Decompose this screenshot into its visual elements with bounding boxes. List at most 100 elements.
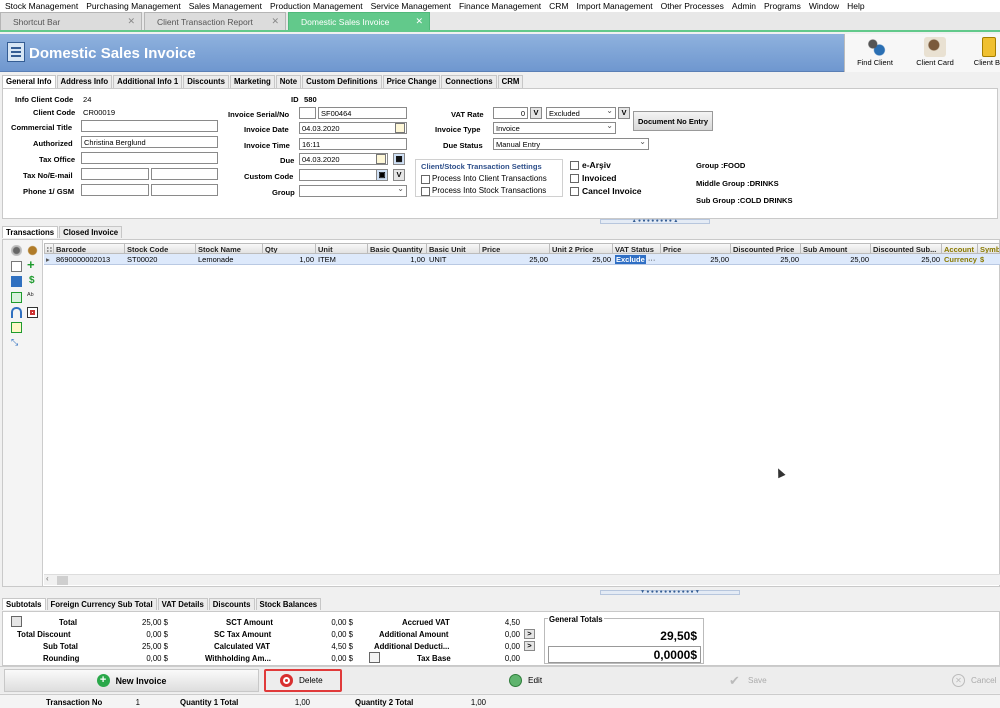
column-price[interactable]: Price xyxy=(480,243,550,254)
menu-service-management[interactable]: Service Management xyxy=(366,1,454,11)
column-basic-unit[interactable]: Basic Unit xyxy=(427,243,480,254)
cell-qty[interactable]: 1,00 xyxy=(263,254,316,265)
client-balance-button[interactable]: Client Ba xyxy=(963,36,1000,70)
cell-price-2[interactable]: 25,00 xyxy=(661,254,731,265)
link-icon[interactable]: ⤡ xyxy=(11,337,22,348)
text-format-icon[interactable]: ᴬᵇ xyxy=(27,291,38,302)
invoice-serial-input[interactable] xyxy=(299,107,316,119)
phone-input[interactable] xyxy=(81,184,149,196)
calendar-icon[interactable] xyxy=(395,123,405,133)
column-symbol[interactable]: Symb xyxy=(978,243,1000,254)
column-discounted-sub[interactable]: Discounted Sub... xyxy=(871,243,942,254)
tools-icon[interactable] xyxy=(27,245,38,256)
vat-status-more-button[interactable]: ··· xyxy=(648,255,656,264)
tab-subtotals[interactable]: Subtotals xyxy=(2,598,46,610)
due-status-select[interactable]: Manual Entry xyxy=(493,138,649,150)
process-stock-checkbox[interactable] xyxy=(421,187,430,196)
cell-sub-amount[interactable]: 25,00 xyxy=(801,254,871,265)
email-input[interactable] xyxy=(151,168,218,180)
tab-domestic-sales-invoice[interactable]: Domestic Sales Invoice ✕ xyxy=(288,12,430,30)
find-client-button[interactable]: Find Client xyxy=(849,36,901,70)
frame-icon[interactable] xyxy=(27,307,38,318)
column-account[interactable]: Account xyxy=(942,243,978,254)
cell-basic-quantity[interactable]: 1,00 xyxy=(368,254,427,265)
vat-rate-input[interactable]: 0 xyxy=(493,107,528,119)
menu-other-processes[interactable]: Other Processes xyxy=(656,1,727,11)
document-icon[interactable] xyxy=(11,276,22,287)
cell-vat-status[interactable]: Exclude ··· xyxy=(613,254,661,265)
tab-custom-definitions[interactable]: Custom Definitions xyxy=(302,75,382,88)
due-calculator-icon[interactable]: ▦ xyxy=(393,153,405,165)
cell-discounted-price[interactable]: 25,00 xyxy=(731,254,801,265)
tab-connections[interactable]: Connections xyxy=(441,75,497,88)
tab-discounts[interactable]: Discounts xyxy=(183,75,229,88)
image-icon[interactable]: ▣ xyxy=(376,169,388,181)
horizontal-scrollbar[interactable]: ‹ xyxy=(44,574,1000,585)
menu-sales-management[interactable]: Sales Management xyxy=(184,1,265,11)
vat-mode-v-button[interactable]: V xyxy=(618,107,630,119)
commercial-title-input[interactable] xyxy=(81,120,218,132)
additional-deduction-arrow-button[interactable]: > xyxy=(524,641,535,651)
cell-stock-code[interactable]: ST00020 xyxy=(125,254,196,265)
document-no-entry-button[interactable]: Document No Entry xyxy=(633,111,713,131)
edit-button[interactable]: Edit xyxy=(509,669,589,692)
add-row-icon[interactable]: + xyxy=(27,258,38,271)
cell-unit-2-price[interactable]: 25,00 xyxy=(550,254,613,265)
column-sub-amount[interactable]: Sub Amount xyxy=(801,243,871,254)
tab-price-change[interactable]: Price Change xyxy=(382,75,441,88)
row-selector-header[interactable]: ∷ xyxy=(44,243,54,254)
tab-discounts-bottom[interactable]: Discounts xyxy=(208,598,255,610)
gsm-input[interactable] xyxy=(151,184,218,196)
close-icon[interactable]: ✕ xyxy=(127,16,135,27)
tab-client-transaction-report[interactable]: Client Transaction Report ✕ xyxy=(144,12,286,30)
tab-general-info[interactable]: General Info xyxy=(2,75,56,88)
cell-symbol[interactable]: $ xyxy=(978,254,1000,265)
tab-address-info[interactable]: Address Info xyxy=(56,75,113,88)
currency-icon[interactable]: $ xyxy=(29,275,40,286)
menu-production-management[interactable]: Production Management xyxy=(265,1,366,11)
menu-finance-management[interactable]: Finance Management xyxy=(454,1,544,11)
cell-stock-name[interactable]: Lemonade xyxy=(196,254,263,265)
new-invoice-button[interactable]: + New Invoice xyxy=(4,669,259,692)
close-icon[interactable]: ✕ xyxy=(415,16,423,27)
tab-transactions[interactable]: Transactions xyxy=(2,226,59,238)
column-qty[interactable]: Qty xyxy=(263,243,316,254)
settings-gear-icon[interactable] xyxy=(11,245,22,256)
column-barcode[interactable]: Barcode xyxy=(54,243,125,254)
additional-amount-arrow-button[interactable]: > xyxy=(524,629,535,639)
menu-import-management[interactable]: Import Management xyxy=(572,1,656,11)
tax-base-document-icon[interactable] xyxy=(369,652,380,663)
authorized-input[interactable]: Christina Berglund xyxy=(81,136,218,148)
invoice-time-input[interactable]: 16:11 xyxy=(299,138,407,150)
insert-row-icon[interactable] xyxy=(11,292,22,303)
menu-admin[interactable]: Admin xyxy=(727,1,759,11)
close-icon[interactable]: ✕ xyxy=(271,16,279,27)
vat-rate-v-button[interactable]: V xyxy=(530,107,542,119)
tab-stock-balances[interactable]: Stock Balances xyxy=(255,598,322,610)
tab-vat-details[interactable]: VAT Details xyxy=(157,598,208,610)
tax-office-input[interactable] xyxy=(81,152,218,164)
process-client-checkbox[interactable] xyxy=(421,175,430,184)
group-select[interactable] xyxy=(299,185,407,197)
column-price-2[interactable]: Price xyxy=(661,243,731,254)
menu-stock-management[interactable]: Stock Management xyxy=(0,1,81,11)
invoice-date-input[interactable]: 04.03.2020 xyxy=(299,122,407,134)
cell-discounted-sub[interactable]: 25,00 xyxy=(871,254,942,265)
menu-crm[interactable]: CRM xyxy=(544,1,571,11)
column-discounted-price[interactable]: Discounted Price xyxy=(731,243,801,254)
cancel-button[interactable]: ✕ Cancel xyxy=(952,669,1000,692)
e-arsiv-checkbox[interactable] xyxy=(570,161,579,170)
export-icon[interactable] xyxy=(11,322,22,333)
tab-foreign-currency-sub-total[interactable]: Foreign Currency Sub Total xyxy=(46,598,157,610)
client-card-button[interactable]: Client Card xyxy=(909,36,961,70)
calculator-icon[interactable] xyxy=(11,616,22,627)
scroll-left-icon[interactable]: ‹ xyxy=(46,574,49,583)
due-date-input[interactable]: 04.03.2020 xyxy=(299,153,388,165)
save-button[interactable]: ✔ Save xyxy=(729,669,809,692)
column-unit-2-price[interactable]: Unit 2 Price xyxy=(550,243,613,254)
tab-shortcut-bar[interactable]: Shortcut Bar ✕ xyxy=(0,12,142,30)
cell-unit[interactable]: ITEM xyxy=(316,254,368,265)
column-unit[interactable]: Unit xyxy=(316,243,368,254)
tax-no-input[interactable] xyxy=(81,168,149,180)
calendar-icon[interactable] xyxy=(376,154,386,164)
